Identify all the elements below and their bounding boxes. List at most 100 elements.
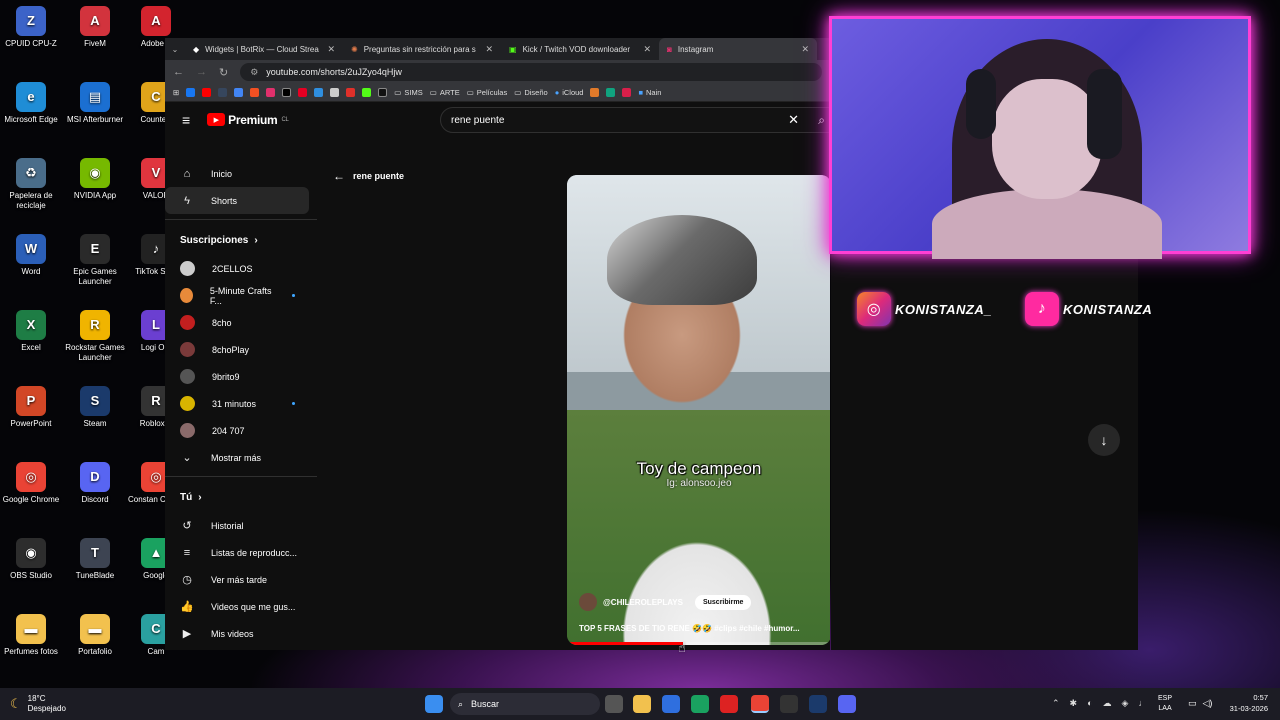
bookmark-nain[interactable]: ■ Nain: [638, 88, 661, 97]
weather-widget[interactable]: ☾ 18°C Despejado: [10, 694, 66, 714]
desktop-icon[interactable]: R Rockstar Games Launcher: [64, 310, 126, 363]
sidebar-subscription[interactable]: 5-Minute Crafts F...: [165, 282, 309, 309]
bookmark-icon[interactable]: [606, 88, 616, 97]
task-view-icon[interactable]: [605, 695, 623, 713]
tab-list-icon[interactable]: ⌄: [165, 45, 185, 54]
tray-app-icon[interactable]: ◐: [1087, 698, 1092, 709]
x-icon[interactable]: [282, 88, 292, 97]
sidebar-item-you[interactable]: 👍 Videos que me gus...: [165, 593, 309, 620]
desktop-icon[interactable]: W Word: [0, 234, 62, 277]
clock[interactable]: 0:57 31-03-2026: [1230, 692, 1268, 714]
bookmark-icon[interactable]: [314, 88, 324, 97]
bookmark-icon[interactable]: [362, 88, 372, 97]
taskbar-search[interactable]: ⌕ Buscar: [450, 693, 600, 715]
sidebar-item-you[interactable]: ↺ Historial: [165, 512, 309, 539]
microphone-icon[interactable]: ♩: [1138, 698, 1147, 709]
app-icon[interactable]: [720, 695, 738, 713]
desktop-icon[interactable]: ◉ OBS Studio: [0, 538, 62, 581]
chevron-up-icon[interactable]: ⌃: [1052, 698, 1060, 709]
video-title[interactable]: TOP 5 FRASES DE TIO RENE 🤣🤣 #clips #chil…: [579, 624, 823, 633]
file-explorer-icon[interactable]: [633, 695, 651, 713]
desktop-icon[interactable]: Z CPUID CPU-Z: [0, 6, 62, 49]
cloud-icon[interactable]: ☁: [1103, 698, 1112, 709]
desktop-icon[interactable]: ◎ Google Chrome: [0, 462, 62, 505]
bookmark-folder[interactable]: ▭ ARTE: [430, 88, 460, 97]
sidebar-item-inicio[interactable]: ⌂ Inicio: [165, 160, 309, 187]
next-short-button[interactable]: ↓: [1088, 424, 1120, 456]
you-header[interactable]: Tú ›: [165, 482, 317, 512]
sidebar-item-you[interactable]: ≡ Listas de reproducc...: [165, 539, 309, 566]
progress-bar[interactable]: [567, 642, 830, 645]
desktop-icon[interactable]: ♻ Papelera de reciclaje: [0, 158, 62, 211]
desktop-icon[interactable]: ▤ MSI Afterburner: [64, 82, 126, 125]
channel-avatar[interactable]: [579, 593, 597, 611]
bookmark-folder[interactable]: ▭ SIMS: [394, 88, 422, 97]
steam-icon[interactable]: [809, 695, 827, 713]
clear-search-icon[interactable]: ✕: [788, 112, 799, 128]
bookmark-icon[interactable]: [622, 88, 632, 97]
bookmark-icon[interactable]: [234, 88, 244, 97]
forward-icon[interactable]: →: [196, 66, 207, 78]
desktop-icon[interactable]: D Discord: [64, 462, 126, 505]
subscribe-button[interactable]: Suscribirme: [694, 594, 752, 610]
sidebar-item-shorts[interactable]: ϟ Shorts: [165, 187, 309, 214]
tab-preguntas[interactable]: ✺ Preguntas sin restricción para s ✕: [343, 38, 501, 60]
bookmark-folder[interactable]: ▭ Películas: [467, 88, 508, 97]
chrome-icon[interactable]: [751, 695, 769, 713]
pinterest-icon[interactable]: [298, 88, 308, 97]
sidebar-subscription[interactable]: 204 707: [165, 417, 309, 444]
sidebar-subscription[interactable]: 8choPlay: [165, 336, 309, 363]
channel-name[interactable]: @CHILEROLEPLAYS: [603, 598, 683, 607]
bookmark-icloud[interactable]: ● iCloud: [555, 88, 584, 97]
bookmark-icon[interactable]: [330, 88, 340, 97]
menu-icon[interactable]: ≡: [182, 112, 190, 128]
discord-icon[interactable]: [838, 695, 856, 713]
back-icon[interactable]: ←: [173, 66, 184, 78]
desktop-icon[interactable]: X Excel: [0, 310, 62, 353]
search-input[interactable]: rene puente ✕ ⌕: [440, 107, 830, 133]
desktop-icon[interactable]: S Steam: [64, 386, 126, 429]
youtube-icon[interactable]: [202, 88, 212, 97]
tab-instagram[interactable]: ◙ Instagram ✕: [659, 38, 817, 60]
desktop-icon[interactable]: A FiveM: [64, 6, 126, 49]
google-drive-icon[interactable]: [691, 695, 709, 713]
quick-settings[interactable]: ▭ ◁): [1188, 698, 1212, 709]
desktop-icon[interactable]: ◉ NVIDIA App: [64, 158, 126, 201]
desktop-icon[interactable]: E Epic Games Launcher: [64, 234, 126, 287]
tab-close-icon[interactable]: ✕: [485, 44, 493, 55]
sidebar-subscription[interactable]: 8cho: [165, 309, 309, 336]
subscriptions-header[interactable]: Suscripciones ›: [165, 225, 317, 255]
back-to-results[interactable]: ← rene puente: [333, 169, 404, 183]
obs-icon[interactable]: [780, 695, 798, 713]
tab-kick[interactable]: ▣ Kick / Twitch VOD downloader ✕: [501, 38, 659, 60]
show-more-button[interactable]: ⌄ Mostrar más: [165, 444, 309, 471]
tiktok-icon[interactable]: [378, 88, 388, 97]
shorts-video-player[interactable]: Toy de campeon Ig: alonsoo.jeo @CHILEROL…: [567, 175, 830, 645]
desktop-icon[interactable]: T TuneBlade: [64, 538, 126, 581]
ea-app-icon[interactable]: [662, 695, 680, 713]
reload-icon[interactable]: ↻: [219, 66, 228, 79]
tray-app-icon[interactable]: ✱: [1070, 698, 1078, 709]
windows-start-icon[interactable]: [425, 695, 443, 713]
tab-close-icon[interactable]: ✕: [801, 44, 809, 55]
desktop-icon[interactable]: e Microsoft Edge: [0, 82, 62, 125]
facebook-icon[interactable]: [186, 88, 196, 97]
tumblr-icon[interactable]: [218, 88, 228, 97]
youtube-premium-logo[interactable]: ▶ Premium CL: [207, 113, 289, 127]
tab-close-icon[interactable]: ✕: [327, 44, 335, 55]
network-icon[interactable]: ◈: [1122, 698, 1129, 709]
desktop-icon[interactable]: ▬ Perfumes fotos: [0, 614, 62, 657]
tab-close-icon[interactable]: ✕: [643, 44, 651, 55]
bookmark-folder[interactable]: ▭ Diseño: [514, 88, 547, 97]
apps-grid-icon[interactable]: ⊞: [173, 88, 179, 97]
sidebar-item-you[interactable]: ▶ Mis videos: [165, 620, 309, 647]
bookmark-icon[interactable]: [590, 88, 600, 97]
bookmark-icon[interactable]: [346, 88, 356, 97]
language-indicator[interactable]: ESP LAA: [1158, 694, 1172, 714]
desktop-icon[interactable]: ▬ Portafolio: [64, 614, 126, 657]
search-icon[interactable]: ⌕: [818, 113, 825, 128]
sidebar-subscription[interactable]: 31 minutos: [165, 390, 309, 417]
sidebar-subscription[interactable]: 2CELLOS: [165, 255, 309, 282]
url-field[interactable]: ⚙ youtube.com/shorts/2uJZyo4qHjw: [240, 63, 822, 81]
sidebar-item-you[interactable]: ◷ Ver más tarde: [165, 566, 309, 593]
